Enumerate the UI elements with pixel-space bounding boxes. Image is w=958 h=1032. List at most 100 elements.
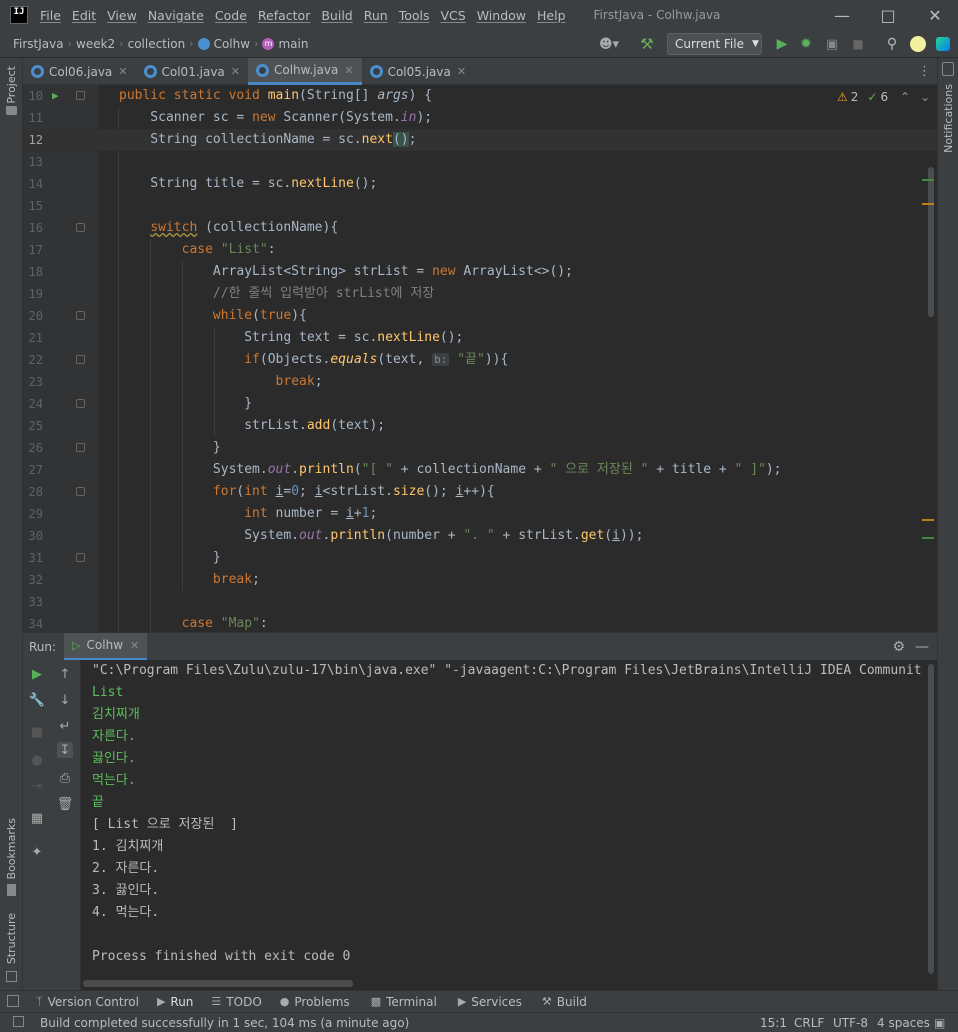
menu-edit[interactable]: Edit [72,8,96,23]
tab-col06[interactable]: Col06.java ✕ [23,58,136,85]
run-tab-colhw[interactable]: ▷ Colhw ✕ [64,632,148,661]
camera-icon[interactable]: ● [29,752,45,768]
line-separator[interactable]: CRLF [794,1016,824,1030]
tab-label: Colhw.java [274,63,339,77]
tool-tab-label: Terminal [386,994,437,1009]
run-icon[interactable]: ▶ [773,34,791,54]
code-editor[interactable]: 10 ▶ public static void main(String[] args… [23,85,937,632]
tab-colhw[interactable]: Colhw.java ✕ [248,58,362,85]
hide-panel-icon[interactable]: — [915,639,929,655]
console-input-line: 김치찌개 [92,707,140,722]
console-scrollbar-thumb[interactable] [928,664,934,974]
menu-tools[interactable]: Tools [399,8,430,23]
tool-tab-terminal[interactable]: ▩ Terminal [371,995,437,1009]
close-tab-icon[interactable]: ✕ [457,65,466,78]
close-tab-icon[interactable]: ✕ [231,65,240,78]
print-icon[interactable]: ⎙ [57,770,73,786]
menu-view[interactable]: View [107,8,137,23]
soft-wrap-icon[interactable]: ↵ [57,718,73,734]
debug-bug-icon[interactable]: ✹ [797,34,815,54]
menu-file[interactable]: File [40,8,61,23]
run-console[interactable]: "C:\Program Files\Zulu\zulu-17\bin\java.… [81,660,937,990]
layout-icon[interactable]: ▦ [29,810,45,826]
down-arrow-icon[interactable]: ↓ [57,692,73,708]
more-tabs-icon[interactable]: ⋮ [918,64,931,79]
menu-code[interactable]: Code [215,8,247,23]
run-gutter-icon[interactable]: ▶ [52,85,59,107]
tab-col05[interactable]: Col05.java ✕ [362,58,475,85]
tool-tab-label: Version Control [47,994,139,1009]
breadcrumb-week2[interactable]: week2 [76,37,115,51]
fold-icon[interactable] [76,443,85,452]
edit-config-wrench-icon[interactable]: 🔧 [29,692,45,708]
caret-position[interactable]: 15:1 [760,1016,787,1030]
tool-windows-toggle-icon[interactable] [7,995,19,1007]
fold-icon[interactable] [76,311,85,320]
inspection-widget[interactable]: ⚠ 2 ✓ 6 ⌃ ⌄ [837,90,931,104]
code-line: 19 //한 줄씩 입력받아 strList에 저장 [23,283,937,305]
tool-tab-todo[interactable]: ☰ TODO [211,995,261,1009]
search-icon[interactable]: ⚲ [883,34,901,54]
fold-icon[interactable] [76,399,85,408]
close-tab-icon[interactable]: ✕ [344,64,353,77]
editor-scrollbar-thumb[interactable] [928,167,934,317]
scroll-to-end-icon[interactable]: ↧ [57,742,73,758]
tool-tab-problems[interactable]: ● Problems [280,995,350,1009]
fold-icon[interactable] [76,91,85,100]
breadcrumb-class[interactable]: Colhw [214,37,250,51]
trash-icon[interactable]: 🗑 [57,796,74,812]
fold-icon[interactable] [76,223,85,232]
menu-window[interactable]: Window [477,8,526,23]
settings-gear-icon[interactable]: ⚙ [892,639,905,655]
menu-build[interactable]: Build [321,8,352,23]
tool-tab-run[interactable]: ▶ Run [157,995,193,1009]
menu-run[interactable]: Run [364,8,388,23]
intellij-logo[interactable]: IJ [10,6,28,24]
build-hammer-icon[interactable]: ⚒ [637,34,657,54]
project-tool-button[interactable]: Project [5,66,18,104]
tool-tab-build[interactable]: ⚒ Build [542,995,587,1009]
maximize-icon[interactable]: □ [865,0,911,30]
pin-icon[interactable]: ✦ [29,844,45,860]
tab-col01[interactable]: Col01.java ✕ [136,58,249,85]
up-arrow-icon[interactable]: ↑ [57,666,73,682]
menu-refactor[interactable]: Refactor [258,8,310,23]
close-tab-icon[interactable]: ✕ [130,639,139,652]
notifications-tool-button[interactable]: Notifications [942,84,955,153]
tool-tab-services[interactable]: ▶ Services [458,995,522,1009]
menu-help[interactable]: Help [537,8,566,23]
status-message[interactable]: Build completed successfully in 1 sec, 1… [40,1016,409,1030]
fold-icon[interactable] [76,355,85,364]
minimize-icon[interactable]: — [819,0,865,30]
run-configuration-select[interactable]: Current File ▼ [667,33,762,55]
coverage-icon[interactable]: ▣ [823,34,841,54]
exit-icon[interactable]: ⇥ [29,778,45,794]
structure-tool-button[interactable]: Structure [5,913,18,964]
ide-update-icon[interactable] [908,34,928,54]
next-highlight-icon[interactable]: ⌄ [920,90,930,104]
breadcrumb-project[interactable]: FirstJava [13,37,64,51]
file-encoding[interactable]: UTF-8 [833,1016,868,1030]
lock-icon[interactable]: ▣ [934,1016,945,1030]
menu-navigate[interactable]: Navigate [148,8,204,23]
user-icon[interactable]: ☻▾ [596,34,622,54]
menu-vcs[interactable]: VCS [441,8,466,23]
close-icon[interactable]: ✕ [912,0,958,30]
line-number: 26 [28,441,43,455]
jetbrains-logo-icon[interactable] [934,34,952,54]
fold-icon[interactable] [76,487,85,496]
breadcrumb-collection[interactable]: collection [128,37,186,51]
breadcrumb-method[interactable]: main [278,37,308,51]
stop-icon[interactable]: ■ [850,34,866,54]
fold-icon[interactable] [76,553,85,562]
console-hscrollbar-thumb[interactable] [83,980,353,987]
rerun-icon[interactable]: ▶ [29,666,45,682]
bookmarks-tool-button[interactable]: Bookmarks [5,818,18,879]
tool-tab-version-control[interactable]: ᛉ Version Control [36,995,139,1009]
status-layout-icon[interactable] [13,1016,24,1027]
previous-highlight-icon[interactable]: ⌃ [900,90,910,104]
indent-setting[interactable]: 4 spaces [877,1016,930,1030]
notifications-bell-icon[interactable] [942,62,954,76]
close-tab-icon[interactable]: ✕ [118,65,127,78]
stop-icon[interactable]: ■ [29,724,45,740]
